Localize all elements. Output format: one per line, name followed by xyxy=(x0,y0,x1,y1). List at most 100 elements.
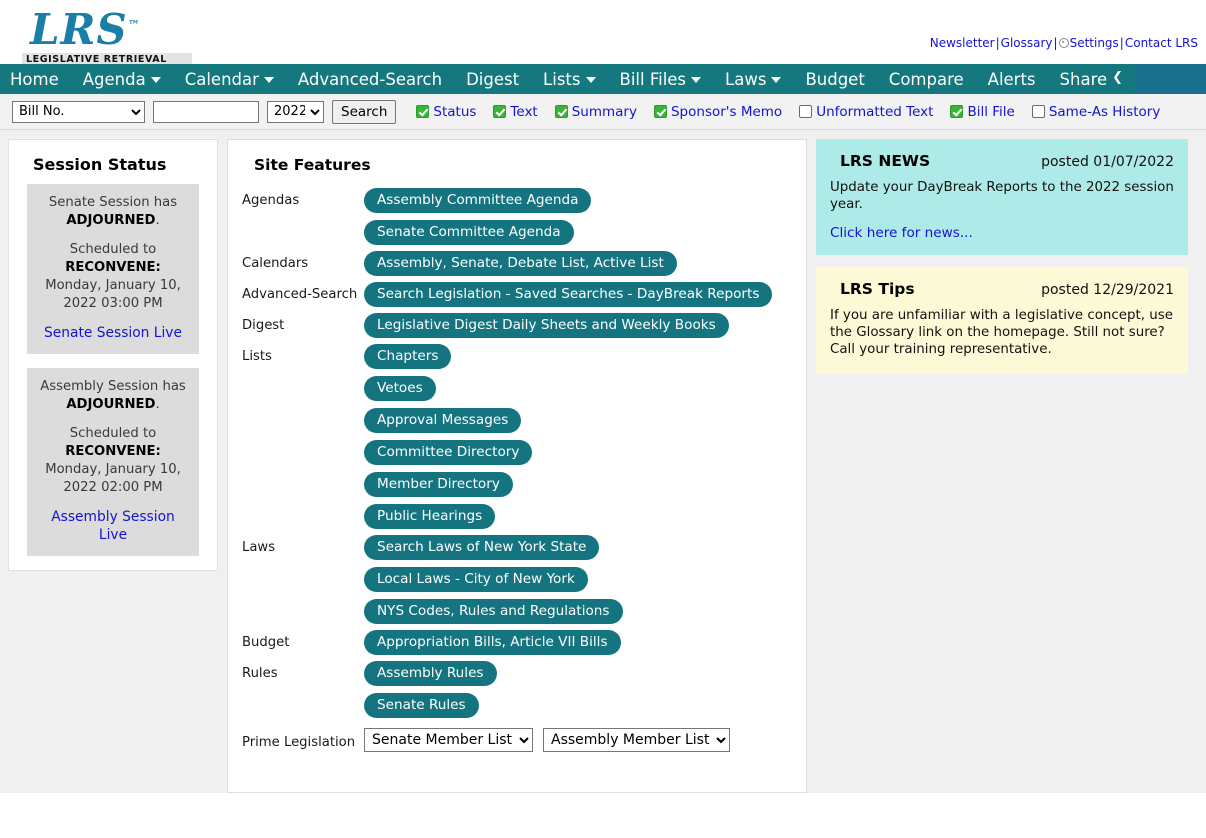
checkbox-sponsors-memo-box[interactable] xyxy=(653,105,667,118)
utility-links: Newsletter|Glossary| Settings|Contact LRS xyxy=(930,36,1198,50)
lrs-logo[interactable]: LRS™ LEGISLATIVE RETRIEVAL SYSTEM xyxy=(22,4,192,77)
nav-label-digest: Digest xyxy=(466,69,520,89)
senate-scheduled-label: Scheduled to xyxy=(69,242,157,257)
site-features-panel: Site Features Agendas Assembly Committee… xyxy=(227,139,807,793)
feature-row-rules: Rules Assembly Rules Senate Rules xyxy=(242,661,792,718)
pill-nys-codes-rules-regulations[interactable]: NYS Codes, Rules and Regulations xyxy=(364,599,623,624)
pill-approval-messages[interactable]: Approval Messages xyxy=(364,408,522,433)
checkbox-unformatted-text-box[interactable] xyxy=(799,105,813,118)
search-button[interactable]: Search xyxy=(332,99,397,124)
senate-session-prefix: Senate Session has xyxy=(48,195,178,210)
checkbox-bill-file-box[interactable] xyxy=(950,105,964,118)
pill-calendars[interactable]: Assembly, Senate, Debate List, Active Li… xyxy=(364,251,677,276)
pill-senate-rules[interactable]: Senate Rules xyxy=(364,693,479,718)
site-features-title: Site Features xyxy=(254,156,371,174)
pill-local-laws-nyc[interactable]: Local Laws - City of New York xyxy=(364,567,588,592)
nav-item-agenda[interactable]: Agenda xyxy=(71,64,173,94)
lrs-tips-panel: LRS Tips posted 12/29/2021 If you are un… xyxy=(816,267,1188,374)
checkbox-same-as-history-box[interactable] xyxy=(1031,105,1045,118)
feature-pills-agendas: Assembly Committee Agenda Senate Committ… xyxy=(364,188,592,245)
feature-label-budget: Budget xyxy=(242,635,290,650)
checkbox-status-label: Status xyxy=(433,103,477,120)
senate-session-live-link[interactable]: Senate Session Live xyxy=(35,324,191,342)
assembly-session-box: Assembly Session has ADJOURNED. Schedule… xyxy=(27,368,199,556)
nav-item-lists[interactable]: Lists xyxy=(531,64,607,94)
pill-advanced-search[interactable]: Search Legislation - Saved Searches - Da… xyxy=(364,282,773,307)
search-year-select[interactable]: 2022 xyxy=(267,100,324,123)
nav-item-alerts[interactable]: Alerts xyxy=(976,64,1048,94)
sidebar-right: LRS NEWS posted 01/07/2022 Update your D… xyxy=(816,139,1188,374)
search-options-group: Status Text Summary Sponsor's Memo Unfor… xyxy=(416,104,1160,120)
senate-session-status-suffix: . xyxy=(155,213,160,228)
link-newsletter[interactable]: Newsletter xyxy=(930,36,995,50)
search-field-select[interactable]: Bill No. xyxy=(12,100,145,123)
lrs-news-link[interactable]: Click here for news... xyxy=(830,225,973,241)
pill-member-directory[interactable]: Member Directory xyxy=(364,472,513,497)
feature-pills-calendars: Assembly, Senate, Debate List, Active Li… xyxy=(364,251,677,276)
nav-item-advanced-search[interactable]: Advanced-Search xyxy=(286,64,454,94)
assembly-reconvene-label: RECONVENE: xyxy=(65,444,161,459)
link-contact-lrs[interactable]: Contact LRS xyxy=(1125,36,1198,50)
nav-item-bill-files[interactable]: Bill Files xyxy=(608,64,714,94)
nav-label-alerts: Alerts xyxy=(987,69,1036,89)
assembly-session-prefix: Assembly Session has xyxy=(40,379,186,394)
checkbox-text[interactable]: Text xyxy=(493,104,538,120)
checkbox-text-box[interactable] xyxy=(493,105,507,118)
lrs-news-body: Update your DayBreak Reports to the 2022… xyxy=(830,180,1174,212)
nav-item-calendar[interactable]: Calendar xyxy=(173,64,286,94)
nav-label-bill-files: Bill Files xyxy=(619,69,687,89)
assembly-session-live-link[interactable]: Assembly Session Live xyxy=(35,508,191,544)
nav-item-budget[interactable]: Budget xyxy=(793,64,876,94)
nav-label-compare: Compare xyxy=(888,69,964,89)
feature-pills-digest: Legislative Digest Daily Sheets and Week… xyxy=(364,313,729,338)
pill-assembly-rules[interactable]: Assembly Rules xyxy=(364,661,497,686)
nav-label-home: Home xyxy=(10,69,59,89)
checkbox-same-as-history-label: Same-As History xyxy=(1048,103,1161,120)
senate-reconvene-datetime: Monday, January 10, 2022 03:00 PM xyxy=(45,278,181,311)
checkbox-bill-file[interactable]: Bill File xyxy=(950,104,1015,120)
feature-pills-lists: Chapters Vetoes Approval Messages Commit… xyxy=(364,344,533,529)
link-glossary[interactable]: Glossary xyxy=(1001,36,1053,50)
pill-committee-directory[interactable]: Committee Directory xyxy=(364,440,533,465)
chevron-down-icon xyxy=(263,77,274,83)
prime-legislation-selects: Senate Member List Assembly Member List xyxy=(364,728,730,752)
checkbox-summary[interactable]: Summary xyxy=(554,104,637,120)
pill-public-hearings[interactable]: Public Hearings xyxy=(364,504,496,529)
session-status-title: Session Status xyxy=(33,155,167,174)
nav-item-digest[interactable]: Digest xyxy=(454,64,531,94)
pill-appropriation-bills[interactable]: Appropriation Bills, Article VII Bills xyxy=(364,630,621,655)
lrs-news-posted-date: posted 01/07/2022 xyxy=(1041,154,1174,170)
feature-label-rules: Rules xyxy=(242,666,278,681)
nav-item-compare[interactable]: Compare xyxy=(877,64,976,94)
pill-chapters[interactable]: Chapters xyxy=(364,344,452,369)
senate-member-list-select[interactable]: Senate Member List xyxy=(364,728,533,752)
search-toolbar: Bill No. 2022 Search Status Text Summary… xyxy=(0,94,1206,130)
nav-item-home[interactable]: Home xyxy=(0,64,71,94)
checkbox-same-as-history[interactable]: Same-As History xyxy=(1031,103,1161,120)
checkbox-status-box[interactable] xyxy=(416,105,430,118)
link-settings[interactable]: Settings xyxy=(1070,36,1119,50)
checkbox-unformatted-text[interactable]: Unformatted Text xyxy=(799,104,933,120)
nav-item-laws[interactable]: Laws xyxy=(713,64,793,94)
checkbox-sponsors-memo[interactable]: Sponsor's Memo xyxy=(653,104,782,120)
pill-digest[interactable]: Legislative Digest Daily Sheets and Week… xyxy=(364,313,729,338)
pill-search-laws-ny[interactable]: Search Laws of New York State xyxy=(364,535,600,560)
feature-row-prime-legislation: Prime Legislation Senate Member List Ass… xyxy=(242,728,792,752)
search-input[interactable] xyxy=(153,100,259,123)
feature-pills-budget: Appropriation Bills, Article VII Bills xyxy=(364,630,621,655)
checkbox-summary-box[interactable] xyxy=(554,105,568,118)
assembly-member-list-select[interactable]: Assembly Member List xyxy=(543,728,730,752)
checkbox-status[interactable]: Status xyxy=(416,104,476,120)
nav-item-share[interactable]: Share ❮ xyxy=(1048,64,1136,94)
feature-label-laws: Laws xyxy=(242,540,276,555)
nav-label-laws: Laws xyxy=(725,69,767,89)
pill-vetoes[interactable]: Vetoes xyxy=(364,376,436,401)
feature-pills-rules: Assembly Rules Senate Rules xyxy=(364,661,497,718)
logo-wordmark: LRS™ xyxy=(22,4,192,51)
pill-senate-committee-agenda[interactable]: Senate Committee Agenda xyxy=(364,220,574,245)
assembly-session-status-suffix: . xyxy=(155,397,160,412)
lrs-tips-title: LRS Tips xyxy=(840,280,915,298)
feature-label-digest: Digest xyxy=(242,318,285,333)
pill-assembly-committee-agenda[interactable]: Assembly Committee Agenda xyxy=(364,188,592,213)
